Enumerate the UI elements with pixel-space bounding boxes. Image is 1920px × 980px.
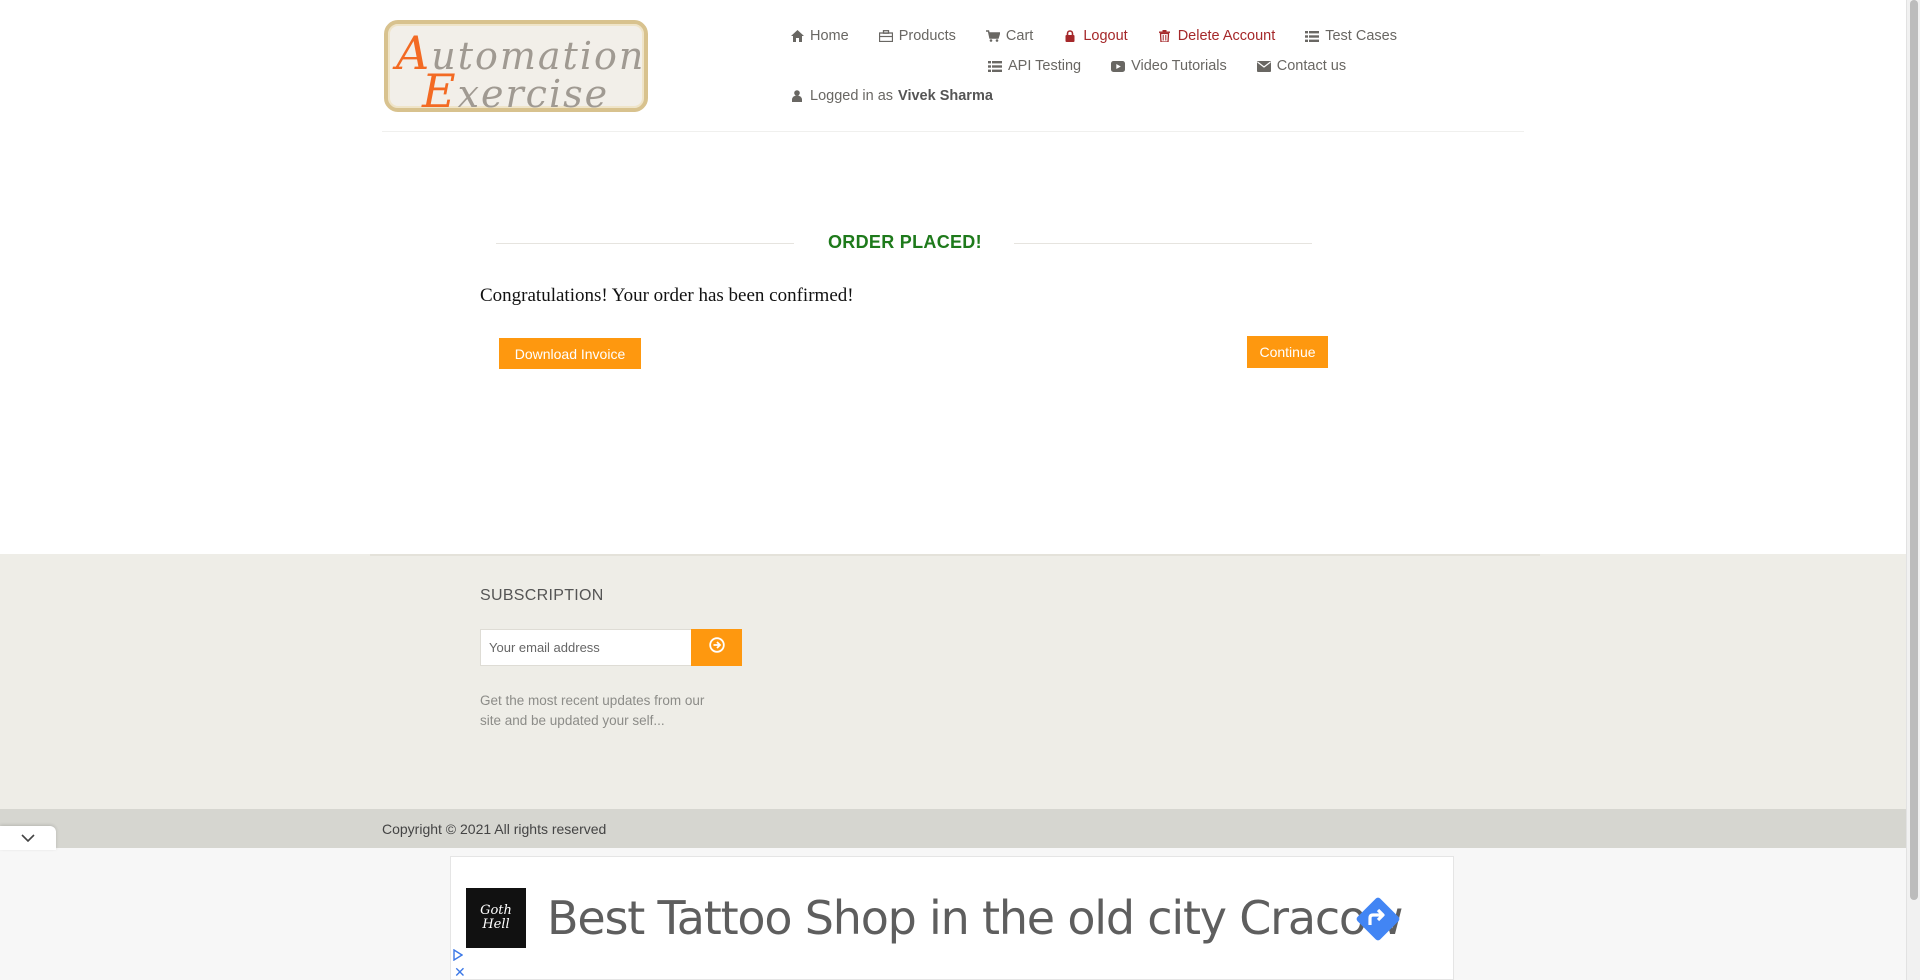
copyright-text: Copyright © 2021 All rights reserved xyxy=(382,821,607,837)
subscription-title: SUBSCRIPTION xyxy=(480,587,604,604)
footer-widget: SUBSCRIPTION Get the most recent updates… xyxy=(0,554,1906,809)
logged-in-status: Logged in as Vivek Sharma xyxy=(790,88,993,104)
subscribe-button[interactable] xyxy=(691,629,742,666)
subscription-email-input[interactable] xyxy=(480,629,692,666)
nav-row-1: Home Products Cart Logout Delete Account… xyxy=(790,28,1427,44)
scrollbar-thumb[interactable] xyxy=(1910,0,1918,900)
logo-line-2: Exercise xyxy=(422,64,610,118)
nav-products[interactable]: Products xyxy=(878,28,956,44)
nav-contact-us[interactable]: Contact us xyxy=(1256,58,1346,74)
directions-arrow-icon[interactable] xyxy=(1352,893,1404,945)
copyright-bar: Copyright © 2021 All rights reserved xyxy=(0,809,1906,848)
footer-divider xyxy=(370,554,1540,556)
continue-button[interactable]: Continue xyxy=(1247,336,1328,368)
ad-banner[interactable]: Goth Hell Best Tattoo Shop in the old ci… xyxy=(450,856,1454,980)
logged-in-username: Vivek Sharma xyxy=(898,88,993,104)
chevron-down-icon xyxy=(21,829,35,847)
ad-close-icon[interactable]: ✕ xyxy=(454,965,466,979)
nav-test-cases[interactable]: Test Cases xyxy=(1305,28,1397,44)
page-scrollbar[interactable] xyxy=(1906,0,1920,980)
nav-logout[interactable]: Logout xyxy=(1063,28,1128,44)
nav-video-tutorials[interactable]: Video Tutorials xyxy=(1111,58,1227,74)
trash-icon xyxy=(1158,30,1172,42)
user-icon xyxy=(790,90,804,102)
header-divider xyxy=(382,131,1524,132)
list-icon xyxy=(1305,30,1320,42)
home-icon xyxy=(790,30,804,42)
download-invoice-button[interactable]: Download Invoice xyxy=(499,338,641,369)
nav-cart[interactable]: Cart xyxy=(985,28,1033,44)
nav-home[interactable]: Home xyxy=(790,28,849,44)
briefcase-icon xyxy=(878,30,893,42)
envelope-icon xyxy=(1256,60,1271,72)
order-placed-title: ORDER PLACED! xyxy=(828,232,982,252)
arrow-circle-right-icon xyxy=(708,637,725,658)
youtube-icon xyxy=(1111,60,1126,72)
nav-row-2: API Testing Video Tutorials Contact us xyxy=(988,58,1376,74)
order-confirmation-message: Congratulations! Your order has been con… xyxy=(480,285,854,306)
title-rule-left xyxy=(496,243,794,244)
ad-logo: Goth Hell xyxy=(466,888,526,948)
ad-headline[interactable]: Best Tattoo Shop in the old city Cracow xyxy=(547,891,1404,945)
site-logo[interactable]: Automation Exercise xyxy=(384,20,648,118)
cart-icon xyxy=(985,30,1000,42)
lock-icon xyxy=(1063,30,1077,42)
nav-api-testing[interactable]: API Testing xyxy=(988,58,1081,74)
subscription-description: Get the most recent updates from our sit… xyxy=(480,693,705,728)
list-icon xyxy=(988,60,1002,72)
nav-delete-account[interactable]: Delete Account xyxy=(1158,28,1275,44)
ad-logo-text: Goth Hell xyxy=(480,903,512,932)
title-rule-right xyxy=(1014,243,1312,244)
ad-collapse-button[interactable] xyxy=(0,826,56,850)
